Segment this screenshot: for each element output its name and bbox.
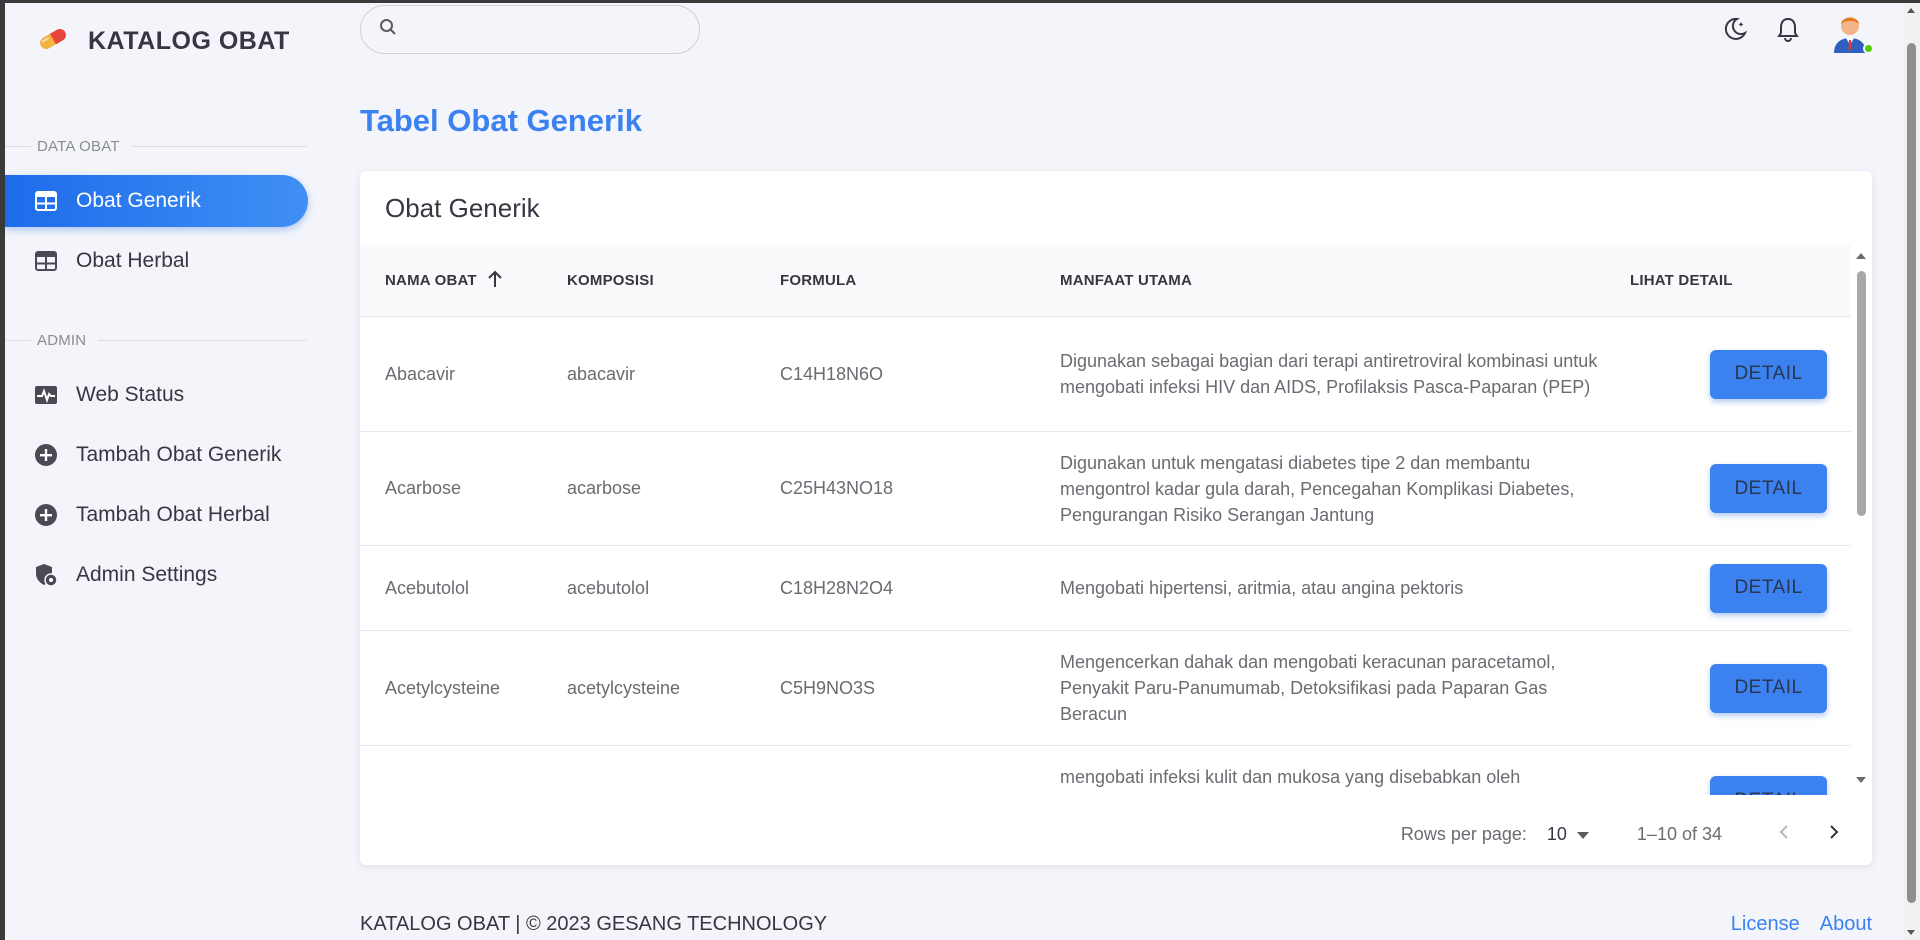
sidebar-item-obat-herbal[interactable]: Obat Herbal (5, 235, 308, 287)
sidebar-item-tambah-obat-generik[interactable]: Tambah Obat Generik (5, 429, 308, 481)
cell-manfaat: Mengencerkan dahak dan mengobati keracun… (1060, 652, 1556, 724)
brand-title: KATALOG OBAT (88, 27, 290, 55)
table-row: Acebutolol acebutolol C18H28N2O4 Mengoba… (360, 546, 1851, 631)
section-title-admin: ADMIN (5, 330, 307, 350)
header-manfaat-utama[interactable]: MANFAAT UTAMA (1060, 268, 1628, 294)
sidebar-item-label: Admin Settings (76, 563, 218, 586)
cell-komposisi: acarbose (567, 478, 642, 498)
chevron-left-icon (1779, 824, 1789, 845)
data-table: NAMA OBAT KOMPOSISI FORMULA MANFAAT UTAM… (360, 245, 1851, 795)
table-scrollbar-thumb[interactable] (1857, 271, 1866, 516)
pagination-range: 1–10 of 34 (1636, 823, 1722, 844)
rows-per-page-select[interactable]: 10 (1547, 824, 1589, 845)
cell-manfaat: mengobati infeksi kulit dan mukosa yang … (1060, 767, 1521, 787)
sidebar-item-obat-generik[interactable]: Obat Generik (5, 175, 308, 227)
app-window: KATALOG OBAT DATA OBAT Obat Generik Obat… (5, 3, 1920, 940)
detail-button[interactable]: DETAIL (1710, 663, 1827, 713)
table-icon (34, 249, 58, 273)
cell-nama-obat: Acetylcysteine (385, 677, 501, 698)
page-scroll-down-icon[interactable] (1907, 930, 1915, 935)
cell-komposisi: acebutolol (567, 577, 650, 598)
add-circle-icon (34, 503, 58, 527)
add-circle-icon (34, 443, 58, 467)
table-row: Acetylcysteine acetylcysteine C5H9NO3S M… (360, 631, 1851, 746)
avatar[interactable] (1828, 9, 1874, 54)
card-title: Obat Generik (385, 193, 540, 223)
page-scrollbar-thumb[interactable] (1907, 43, 1916, 903)
brand[interactable]: KATALOG OBAT (36, 27, 290, 56)
sidebar-item-label: Tambah Obat Herbal (76, 503, 270, 526)
detail-button[interactable]: DETAIL (1710, 776, 1827, 795)
cell-formula: C14H18N6O (780, 363, 884, 384)
page-scrollbar[interactable] (1903, 3, 1920, 940)
header-formula[interactable]: FORMULA (780, 272, 1060, 289)
sidebar-item-tambah-obat-herbal[interactable]: Tambah Obat Herbal (5, 489, 308, 541)
about-link[interactable]: About (1820, 913, 1872, 936)
footer-copyright: KATALOG OBAT | © 2023 GESANG TECHNOLOGY (360, 913, 828, 935)
chevron-right-icon (1829, 824, 1839, 845)
cell-manfaat: Digunakan untuk mengatasi diabetes tipe … (1060, 452, 1575, 525)
dark-mode-icon[interactable] (1722, 16, 1748, 47)
sidebar-item-label: Obat Herbal (76, 249, 190, 272)
sidebar-item-label: Web Status (76, 383, 185, 406)
cell-komposisi: abacavir (567, 363, 636, 384)
pagination: Rows per page: 10 1–10 of 34 (1401, 816, 1852, 852)
search-icon (379, 18, 397, 41)
cell-manfaat: Digunakan sebagai bagian dari terapi ant… (1060, 351, 1598, 397)
footer: KATALOG OBAT | © 2023 GESANG TECHNOLOGY … (360, 913, 1872, 936)
heartbeat-icon (34, 383, 58, 407)
next-page-button[interactable] (1816, 816, 1852, 852)
top-actions (1722, 9, 1874, 54)
sidebar-item-label: Tambah Obat Generik (76, 443, 282, 466)
rows-per-page-label: Rows per page: (1400, 823, 1527, 844)
cell-nama-obat: Acarbose (385, 478, 462, 498)
cell-formula: C18H28N2O4 (780, 577, 894, 598)
data-card: Obat Generik NAMA OBAT KOMPOSISI FORMULA… (360, 171, 1872, 865)
header-nama-obat[interactable]: NAMA OBAT (360, 270, 567, 292)
notification-bell-icon[interactable] (1776, 16, 1800, 47)
detail-button[interactable]: DETAIL (1710, 349, 1827, 399)
chevron-down-icon (1576, 824, 1589, 845)
sidebar-item-admin-settings[interactable]: Admin Settings (5, 549, 308, 601)
license-link[interactable]: License (1731, 913, 1800, 936)
table-row: Abacavir abacavir C14H18N6O Digunakan se… (360, 317, 1851, 432)
detail-button[interactable]: DETAIL (1710, 563, 1827, 613)
cell-komposisi: acetylcysteine (567, 677, 681, 698)
prev-page-button[interactable] (1766, 816, 1802, 852)
header-lihat-detail: LIHAT DETAIL (1630, 272, 1733, 289)
cell-nama-obat: Acebutolol (385, 577, 470, 598)
online-status-badge (1863, 43, 1874, 54)
pill-icon (36, 27, 70, 56)
scroll-down-icon[interactable] (1856, 777, 1866, 783)
sort-arrow-up-icon[interactable] (487, 270, 503, 292)
sidebar-item-web-status[interactable]: Web Status (5, 369, 308, 421)
header-komposisi[interactable]: KOMPOSISI (567, 272, 780, 289)
scroll-up-icon[interactable] (1856, 253, 1866, 259)
table-row: mengobati infeksi kulit dan mukosa yang … (360, 746, 1851, 795)
cell-formula: C5H9NO3S (780, 677, 876, 698)
detail-button[interactable]: DETAIL (1710, 464, 1827, 513)
sidebar: KATALOG OBAT DATA OBAT Obat Generik Obat… (5, 3, 325, 940)
search-input[interactable] (409, 20, 669, 39)
cell-formula: C25H43NO18 (780, 478, 894, 498)
table-row: Acarbose acarbose C25H43NO18 Digunakan u… (360, 432, 1851, 546)
cell-manfaat: Mengobati hipertensi, aritmia, atau angi… (1060, 578, 1464, 598)
search-box[interactable] (360, 5, 700, 54)
table-icon (34, 189, 58, 213)
cell-nama-obat: Abacavir (385, 363, 456, 384)
table-header: NAMA OBAT KOMPOSISI FORMULA MANFAAT UTAM… (360, 245, 1851, 317)
sidebar-item-label: Obat Generik (76, 189, 201, 212)
section-title-data-obat: DATA OBAT (5, 136, 307, 156)
shield-settings-icon (34, 563, 58, 587)
page-title: Tabel Obat Generik (360, 103, 642, 138)
page-scroll-up-icon[interactable] (1907, 8, 1915, 13)
table-scrollbar[interactable] (1851, 245, 1872, 795)
